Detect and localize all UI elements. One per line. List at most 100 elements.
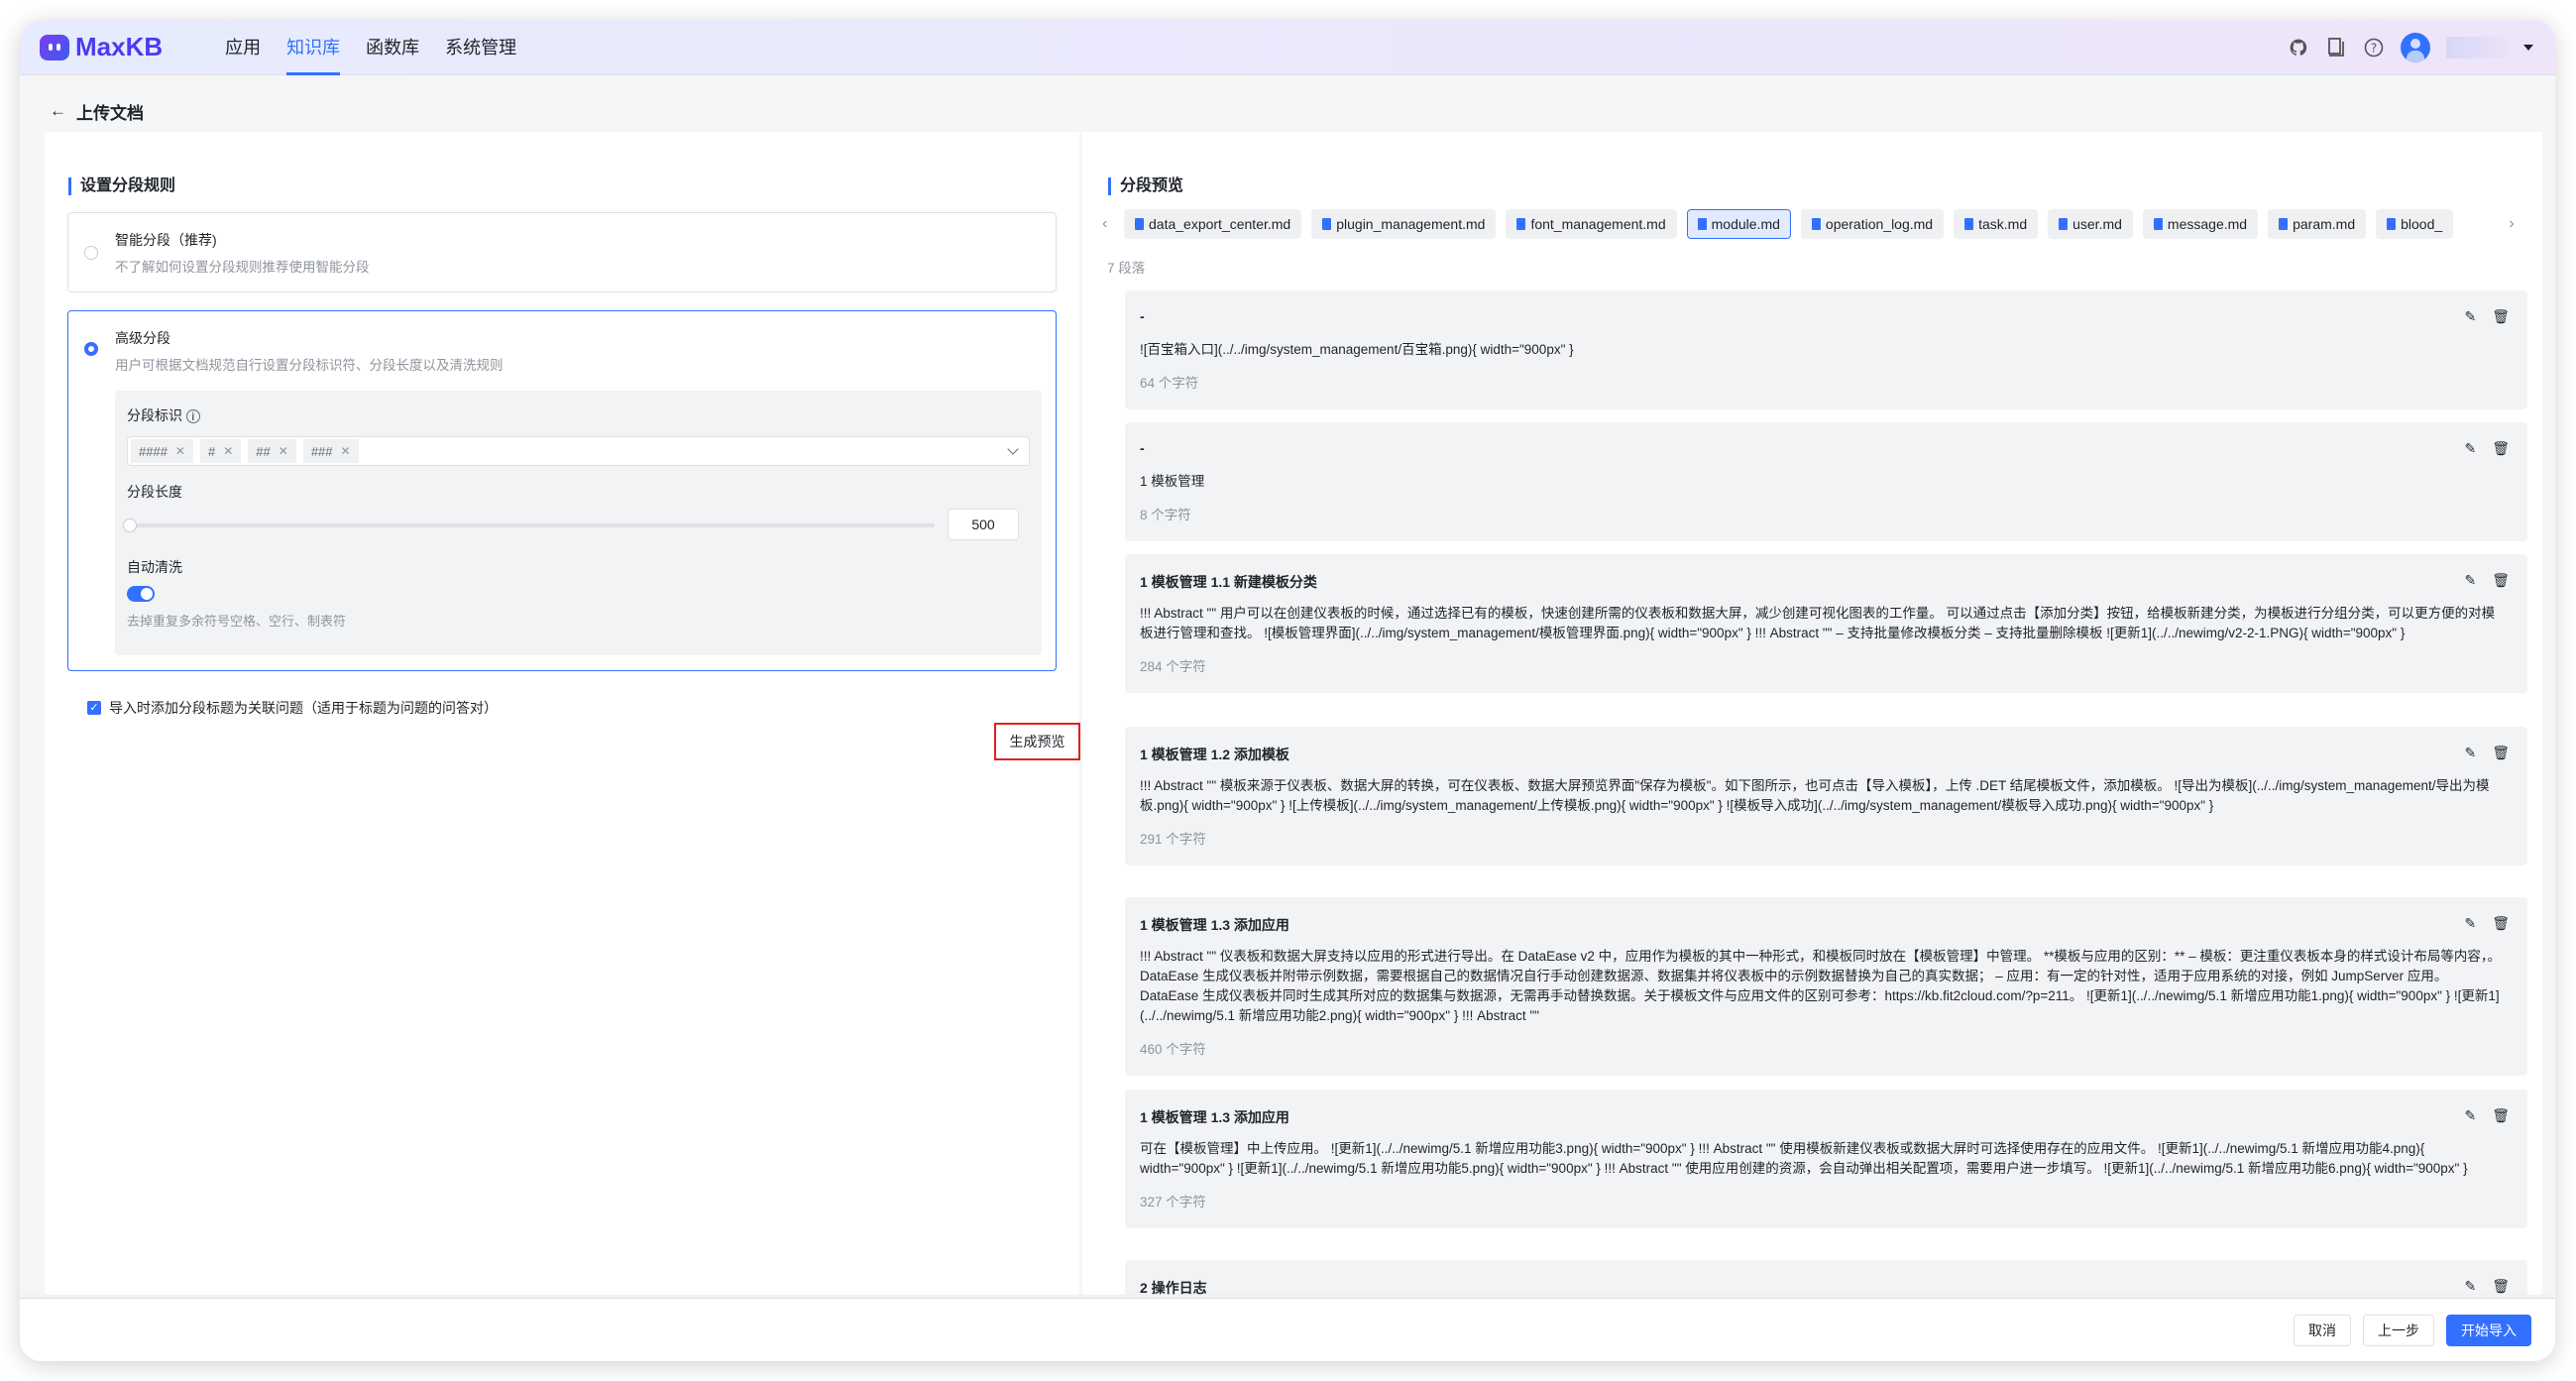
file-tab[interactable]: operation_log.md (1800, 209, 1945, 239)
footer-bar: 取消 上一步 开始导入 (20, 1298, 2555, 1361)
smart-radio[interactable] (84, 246, 98, 260)
marker-select[interactable]: #### ✕ # ✕ ## ✕ ### ✕ (127, 436, 1030, 466)
edit-icon[interactable]: ✎ (2464, 1107, 2476, 1124)
auto-clean-toggle[interactable] (127, 586, 155, 602)
marker-tag: # ✕ (199, 439, 242, 463)
paragraph-card: 1 模板管理 1.3 添加应用 !!! Abstract "" 仪表板和数据大屏支… (1125, 897, 2527, 1076)
file-icon (2153, 218, 2163, 230)
book-icon[interactable] (2325, 37, 2347, 58)
file-tab-label: font_management.md (1530, 216, 1666, 232)
clean-desc: 去掉重复多余符号空格、空行、制表符 (127, 614, 347, 629)
avatar[interactable] (2401, 33, 2430, 62)
edit-icon[interactable]: ✎ (2464, 915, 2476, 932)
back-header: ← 上传文档 (50, 91, 144, 131)
edit-icon[interactable]: ✎ (2464, 572, 2476, 589)
nav-system[interactable]: 系统管理 (432, 20, 529, 75)
close-icon[interactable]: ✕ (223, 444, 233, 458)
chevron-left-icon[interactable]: ‹ (1102, 215, 1114, 233)
edit-icon[interactable]: ✎ (2464, 1278, 2476, 1295)
file-tab-label: blood_ (2401, 216, 2443, 232)
checkbox-checked-icon[interactable]: ✓ (87, 701, 101, 715)
help-icon[interactable]: ? (2363, 37, 2385, 58)
close-icon[interactable]: ✕ (279, 444, 288, 458)
smart-segment-option[interactable]: 智能分段（推荐) 不了解如何设置分段规则推荐使用智能分段 (67, 212, 1057, 292)
paragraph-title: 1 模板管理 1.3 添加应用 (1140, 917, 1289, 933)
slider-thumb[interactable] (123, 518, 137, 532)
caret-down-icon[interactable] (2523, 45, 2533, 51)
checkbox-label: 导入时添加分段标题为关联问题（适用于标题为问题的问答对） (109, 700, 498, 716)
file-tab[interactable]: message.md (2142, 209, 2259, 239)
length-slider[interactable] (123, 518, 935, 532)
edit-icon[interactable]: ✎ (2464, 440, 2476, 457)
file-tabs: ‹ data_export_center.md plugin_management… (1102, 209, 2520, 239)
generate-preview-button[interactable]: 生成预览 (994, 723, 1080, 760)
marker-tag: ## ✕ (248, 439, 296, 463)
delete-icon[interactable]: 🗑 (2492, 1107, 2510, 1124)
start-import-button[interactable]: 开始导入 (2446, 1315, 2531, 1346)
paragraph-card: 1 模板管理 1.1 新建模板分类 !!! Abstract "" 用户可以在创建… (1125, 554, 2527, 693)
username-redacted[interactable] (2446, 37, 2508, 58)
nav-functions[interactable]: 函数库 (353, 20, 432, 75)
file-tab[interactable]: module.md (1686, 209, 1791, 239)
paragraph-card: 1 模板管理 1.2 添加模板 !!! Abstract "" 模板来源于仪表板、… (1125, 727, 2527, 865)
marker-tag: ### ✕ (302, 439, 359, 463)
nav-apps[interactable]: 应用 (212, 20, 274, 75)
edit-icon[interactable]: ✎ (2464, 745, 2476, 761)
file-tab[interactable]: blood_ (2376, 209, 2454, 239)
close-icon[interactable]: ✕ (341, 444, 351, 458)
advanced-radio[interactable] (84, 342, 98, 356)
delete-icon[interactable]: 🗑 (2492, 915, 2510, 932)
back-arrow-icon[interactable]: ← (50, 101, 66, 121)
paragraph-content: !!! Abstract "" 模板来源于仪表板、数据大屏的转换，可在仪表板、数… (1140, 778, 2490, 813)
paragraph-card: - ![百宝箱入口](../../img/system_management/百宝… (1125, 290, 2527, 409)
file-tab[interactable]: task.md (1954, 209, 2039, 239)
paragraph-title: - (1140, 440, 1145, 456)
chevron-right-icon[interactable]: › (2504, 215, 2520, 233)
paragraph-card: - 1 模板管理 8 个字符 ✎ 🗑 (1125, 422, 2527, 541)
file-tab[interactable]: user.md (2048, 209, 2133, 239)
file-tab[interactable]: plugin_management.md (1311, 209, 1497, 239)
paragraph-char-count: 327 个字符 (1140, 1195, 1206, 1209)
info-icon: i (185, 409, 200, 423)
file-tab[interactable]: font_management.md (1506, 209, 1677, 239)
file-tab-label: user.md (2072, 216, 2122, 232)
file-icon (1135, 218, 1144, 230)
paragraph-title: 1 模板管理 1.3 添加应用 (1140, 1109, 1289, 1125)
edit-icon[interactable]: ✎ (2464, 308, 2476, 325)
delete-icon[interactable]: 🗑 (2492, 745, 2510, 761)
close-icon[interactable]: ✕ (175, 444, 185, 458)
length-label: 分段长度 (127, 484, 182, 500)
prev-step-button[interactable]: 上一步 (2363, 1315, 2434, 1346)
advanced-segment-option[interactable]: 高级分段 用户可根据文档规范自行设置分段标识符、分段长度以及清洗规则 分段标识 … (67, 310, 1057, 671)
length-input[interactable]: 500 (948, 509, 1019, 540)
file-tab[interactable]: param.md (2268, 209, 2367, 239)
rules-panel: 设置分段规则 智能分段（推荐) 不了解如何设置分段规则推荐使用智能分段 高级分段… (45, 132, 1080, 1295)
paragraph-title: 2 操作日志 (1140, 1280, 1207, 1295)
paragraph-content: !!! Abstract "" 用户可以在创建仪表板的时候，通过选择已有的模板，… (1140, 606, 2496, 640)
delete-icon[interactable]: 🗑 (2492, 308, 2510, 325)
clean-label: 自动清洗 (127, 559, 182, 575)
file-tab-label: data_export_center.md (1149, 216, 1291, 232)
app-window: MaxKB 应用 知识库 函数库 系统管理 ? ← 上传文档 设置分段规则 智能… (20, 20, 2555, 1361)
preview-panel: 分段预览 ‹ data_export_center.md plugin_manag… (1082, 132, 2542, 1295)
file-tab-label: task.md (1978, 216, 2028, 232)
marker-tag: #### ✕ (131, 439, 193, 463)
nav-knowledge[interactable]: 知识库 (274, 20, 353, 75)
file-tab[interactable]: data_export_center.md (1124, 209, 1302, 239)
paragraph-count: 7 段落 (1107, 261, 1146, 276)
file-tab-label: param.md (2293, 216, 2356, 232)
title-as-question-checkbox[interactable]: ✓ 导入时添加分段标题为关联问题（适用于标题为问题的问答对） (87, 698, 498, 718)
logo-icon (40, 34, 69, 60)
rules-title: 设置分段规则 (68, 177, 175, 195)
cancel-button[interactable]: 取消 (2294, 1315, 2351, 1346)
delete-icon[interactable]: 🗑 (2492, 440, 2510, 457)
chevron-down-icon[interactable] (1007, 443, 1019, 455)
delete-icon[interactable]: 🗑 (2492, 1278, 2510, 1295)
file-tab-label: message.md (2167, 216, 2248, 232)
paragraph-content: !!! Abstract "" 仪表板和数据大屏支持以应用的形式进行导出。在 D… (1140, 949, 2502, 1023)
file-icon (1811, 218, 1821, 230)
github-icon[interactable] (2288, 37, 2309, 58)
marker-label: 分段标识 i (127, 405, 200, 425)
logo[interactable]: MaxKB (40, 32, 163, 62)
delete-icon[interactable]: 🗑 (2492, 572, 2510, 589)
